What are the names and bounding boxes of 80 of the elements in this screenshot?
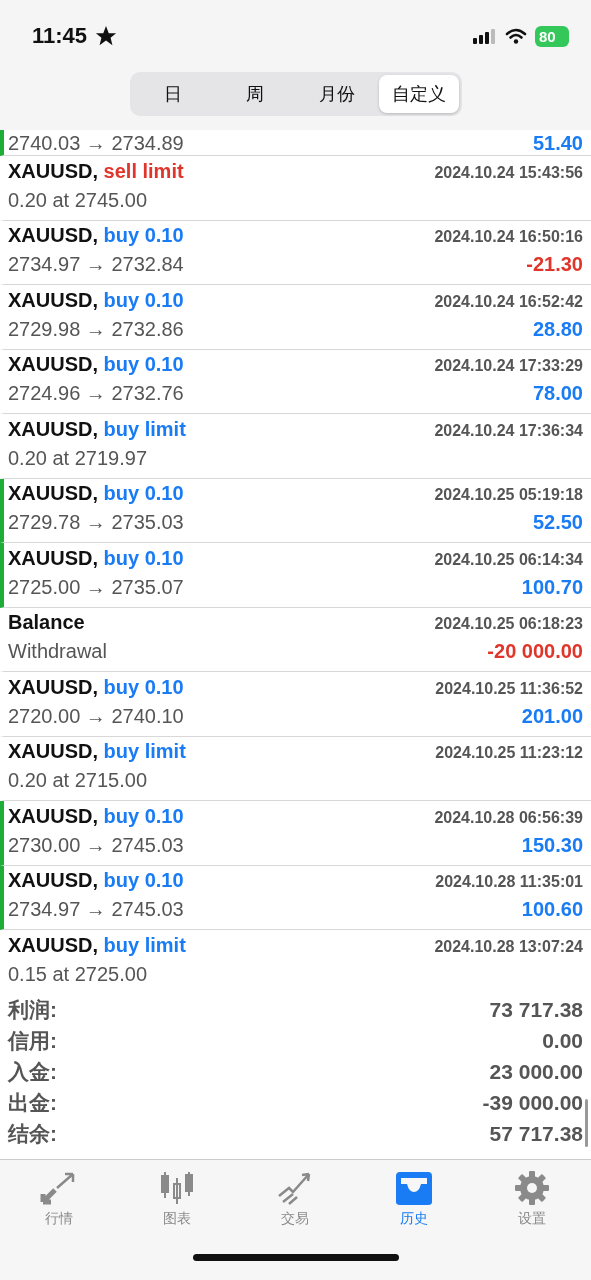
deal-title: XAUUSD, buy limit [8,417,186,441]
deal-row[interactable]: XAUUSD, buy 0.10 2024.10.24 16:50:16 2734.97 → 2732.84 -21.30 [0,220,591,285]
period-tab[interactable]: 月份 [296,75,377,113]
summary-value: 23 000.00 [489,1059,583,1084]
deal-title: Balance [8,611,85,635]
profit-amount: -20 000.00 [487,640,583,664]
deal-detail: 2734.97 → 2745.03 [8,898,184,922]
battery-level: 80 [535,25,569,47]
deal-title: XAUUSD, buy 0.10 [8,482,184,506]
deal-time: 2024.10.24 17:36:34 [434,421,583,440]
profit-amount: -21.30 [526,253,583,277]
deal-detail: 0.20 at 2719.97 [8,446,147,470]
deal-title: XAUUSD, buy 0.10 [8,353,184,377]
deal-detail: 2740.03 → 2734.89 [8,132,184,155]
summary-value: 73 717.38 [489,997,583,1022]
period-tab[interactable]: 自定义 [378,75,459,113]
deal-title: XAUUSD, sell limit [8,159,184,183]
profit-amount: 51.40 [532,132,583,155]
deal-title: XAUUSD, buy 0.10 [8,546,184,570]
deal-time: 2024.10.25 11:36:52 [435,679,583,698]
deal-detail: 2720.00 → 2740.10 [8,704,184,728]
deal-title: XAUUSD, buy limit [8,933,186,957]
deal-row[interactable]: XAUUSD, sell limit 2024.10.24 15:43:56 0.20 at 2745.00 [0,156,591,221]
deal-detail: 2729.78 → 2735.03 [8,511,184,535]
deal-detail: 2725.00 → 2735.07 [8,575,184,599]
tab-bar-item[interactable]: 历史 [373,1170,454,1228]
deal-title: XAUUSD, buy 0.10 [8,675,184,699]
deal-time: 2024.10.28 13:07:24 [434,937,583,956]
summary-label: 利润: [8,996,57,1023]
deal-title: XAUUSD, buy 0.10 [8,288,184,312]
summary-label: 出金: [8,1089,57,1116]
summary-value: 0.00 [542,1028,583,1053]
profit-amount: 100.70 [521,575,583,599]
profit-amount: 150.30 [521,833,583,857]
deal-detail: 0.20 at 2715.00 [8,769,147,793]
deal-detail: 2730.00 → 2745.03 [8,833,184,857]
signal-icon [473,28,497,44]
deal-detail: 0.20 at 2745.00 [8,188,147,212]
summary-label: 入金: [8,1058,57,1085]
summary-value: -39 000.00 [482,1090,583,1115]
inbox-icon [393,1170,434,1206]
star-icon [95,25,118,47]
profit-amount: 78.00 [532,382,583,406]
deal-time: 2024.10.28 06:56:39 [434,808,583,827]
deal-time: 2024.10.24 16:52:42 [434,292,583,311]
deal-time: 2024.10.24 17:33:29 [434,357,583,376]
deal-time: 2024.10.25 11:23:12 [435,744,583,763]
deal-row[interactable]: XAUUSD, buy limit 2024.10.25 11:23:12 0.20 at 2715.00 [0,736,591,801]
deal-time: 2024.10.25 06:14:34 [434,550,583,569]
deal-row[interactable]: Balance 2024.10.25 06:18:23 Withdrawal -20 000.00 [0,607,591,672]
deal-detail: 2724.96 → 2732.76 [8,382,184,406]
deal-title: XAUUSD, buy 0.10 [8,224,184,248]
profit-amount: 201.00 [521,704,583,728]
period-tab[interactable]: 周 [214,75,295,113]
wifi-icon [505,28,527,44]
deal-time: 2024.10.24 15:43:56 [434,163,583,182]
status-time: 11:45 [32,23,88,49]
deal-row[interactable]: XAUUSD, buy limit 2024.10.24 17:36:34 0.20 at 2719.97 [0,414,591,479]
deal-detail: Withdrawal [8,640,107,664]
deal-title: XAUUSD, buy limit [8,740,186,764]
scrollbar [585,1099,588,1147]
deal-detail: 2729.98 → 2732.86 [8,317,184,341]
deal-time: 2024.10.25 05:19:18 [434,486,583,505]
deal-title: XAUUSD, buy 0.10 [8,804,184,828]
deal-row[interactable]: XAUUSD, buy 0.10 2024.10.25 06:14:34 2725.00 → 2735.07 100.70 [0,543,591,608]
deal-detail: 2734.97 → 2732.84 [8,253,184,277]
summary-label: 结余: [8,1120,57,1147]
period-tab[interactable]: 日 [132,75,213,113]
summary-value: 57 717.38 [489,1121,583,1146]
profit-amount: 28.80 [532,317,583,341]
deal-time: 2024.10.28 11:35:01 [435,873,583,892]
deal-row[interactable]: 2740.03 → 2734.89 51.40 [0,130,591,156]
summary-label: 信用: [8,1027,57,1054]
deal-title: XAUUSD, buy 0.10 [8,869,184,893]
deal-time: 2024.10.25 06:18:23 [434,615,583,634]
deal-time: 2024.10.24 16:50:16 [434,228,583,247]
deal-detail: 0.15 at 2725.00 [8,962,147,986]
deal-row[interactable]: XAUUSD, buy limit 2024.10.28 13:07:24 0.15 at 2725.00 [0,930,591,986]
profit-amount: 52.50 [532,511,583,535]
profit-amount: 100.60 [521,898,583,922]
